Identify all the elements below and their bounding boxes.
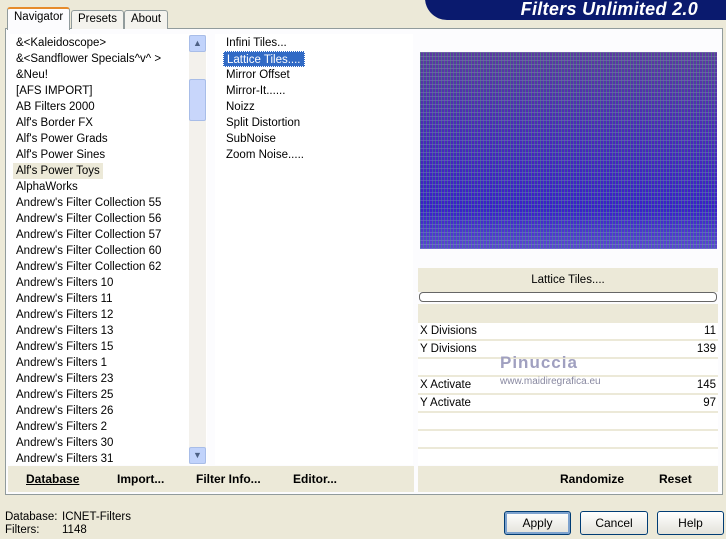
title-banner: Filters Unlimited 2.0 [425,0,726,20]
param-slider-row[interactable] [418,413,718,429]
import-button[interactable]: Import... [117,472,164,486]
filter-item[interactable]: SubNoise [223,131,279,147]
scroll-thumb[interactable] [189,79,206,121]
filter-item[interactable]: Lattice Tiles.... [223,51,305,67]
filter-item[interactable]: Noizz [223,99,258,115]
param-label: Y Divisions [420,343,477,355]
param-value: 11 [704,325,716,337]
category-item[interactable]: AB Filters 2000 [13,99,98,115]
filter-info-button[interactable]: Filter Info... [196,472,261,486]
category-item[interactable]: AlphaWorks [13,179,81,195]
apply-button[interactable]: Apply [504,511,571,535]
param-label: X Activate [420,379,472,391]
database-button[interactable]: Database [26,472,79,486]
app-title: Filters Unlimited 2.0 [520,0,698,19]
filters-count-label: Filters: [5,524,40,536]
param-value: 145 [696,379,716,391]
category-item[interactable]: Andrew's Filters 23 [13,371,116,387]
randomize-button[interactable]: Randomize [560,472,624,486]
category-item[interactable]: Alf's Border FX [13,115,96,131]
tab-presets[interactable]: Presets [71,10,124,29]
filter-list[interactable]: Infini Tiles... Lattice Tiles.... Mirror O… [215,34,413,465]
category-scrollbar[interactable]: ▲ ▼ [189,35,206,464]
filter-item[interactable]: Infini Tiles... [223,35,290,51]
filter-item[interactable]: Split Distortion [223,115,303,131]
param-label: Y Activate [420,397,471,409]
param-label: X Divisions [420,325,477,337]
left-button-bar: Database Import... Filter Info... Editor… [8,466,414,492]
category-item[interactable]: Andrew's Filters 25 [13,387,116,403]
right-button-bar: Randomize Reset [418,466,718,492]
param-slider-row[interactable] [418,431,718,447]
category-item[interactable]: Andrew's Filters 26 [13,403,116,419]
watermark-name: Pinuccia [500,353,578,372]
filter-item[interactable]: Mirror Offset [223,67,293,83]
help-button[interactable]: Help [657,511,724,535]
tab-about[interactable]: About [124,10,169,29]
param-value: 97 [703,397,716,409]
param-slider-row[interactable] [418,449,718,465]
scroll-down-icon[interactable]: ▼ [189,447,206,464]
category-item[interactable]: Andrew's Filters 13 [13,323,116,339]
category-item[interactable]: Andrew's Filters 10 [13,275,116,291]
database-value: ICNET-Filters [62,511,131,523]
filter-item[interactable]: Zoom Noise..... [223,147,307,163]
category-item[interactable]: Andrew's Filter Collection 60 [13,243,164,259]
category-item[interactable]: Andrew's Filter Collection 57 [13,227,164,243]
category-item[interactable]: Alf's Power Toys [13,163,103,179]
preview-image [420,52,717,249]
category-item[interactable]: Andrew's Filters 30 [13,435,116,451]
database-label: Database: [5,511,58,523]
scroll-up-icon[interactable]: ▲ [189,35,206,52]
category-list[interactable]: &<Kaleidoscope> &<Sandflower Specials^v^ … [10,34,207,465]
param-value: 139 [696,343,716,355]
category-item[interactable]: Andrew's Filter Collection 56 [13,211,164,227]
filters-count-value: 1148 [62,524,87,536]
param-slider-row[interactable]: X Divisions 11 [418,323,718,339]
category-item[interactable]: Andrew's Filter Collection 62 [13,259,164,275]
category-item[interactable]: Andrew's Filters 2 [13,419,110,435]
category-item[interactable]: &Neu! [13,67,51,83]
category-item[interactable]: Andrew's Filters 11 [13,291,116,307]
category-item[interactable]: &<Kaleidoscope> [13,35,109,51]
category-item[interactable]: Alf's Power Grads [13,131,111,147]
cancel-button[interactable]: Cancel [580,511,648,535]
watermark-url: www.maidiregrafica.eu [500,376,601,387]
category-item[interactable]: Andrew's Filter Collection 55 [13,195,164,211]
category-item[interactable]: &<Sandflower Specials^v^ > [13,51,164,67]
category-item[interactable]: Andrew's Filters 31 [13,451,116,467]
editor-button[interactable]: Editor... [293,472,337,486]
category-item[interactable]: Andrew's Filters 12 [13,307,116,323]
param-slider-row[interactable]: Y Activate 97 [418,395,718,411]
category-item[interactable]: [AFS IMPORT] [13,83,95,99]
category-item[interactable]: Andrew's Filters 1 [13,355,110,371]
filter-item[interactable]: Mirror-It...... [223,83,288,99]
filter-name-label: Lattice Tiles.... [418,268,718,292]
tab-navigator[interactable]: Navigator [7,7,71,30]
category-item[interactable]: Alf's Power Sines [13,147,108,163]
progress-bar [419,292,717,302]
category-item[interactable]: Andrew's Filters 15 [13,339,116,355]
reset-button[interactable]: Reset [659,472,692,486]
